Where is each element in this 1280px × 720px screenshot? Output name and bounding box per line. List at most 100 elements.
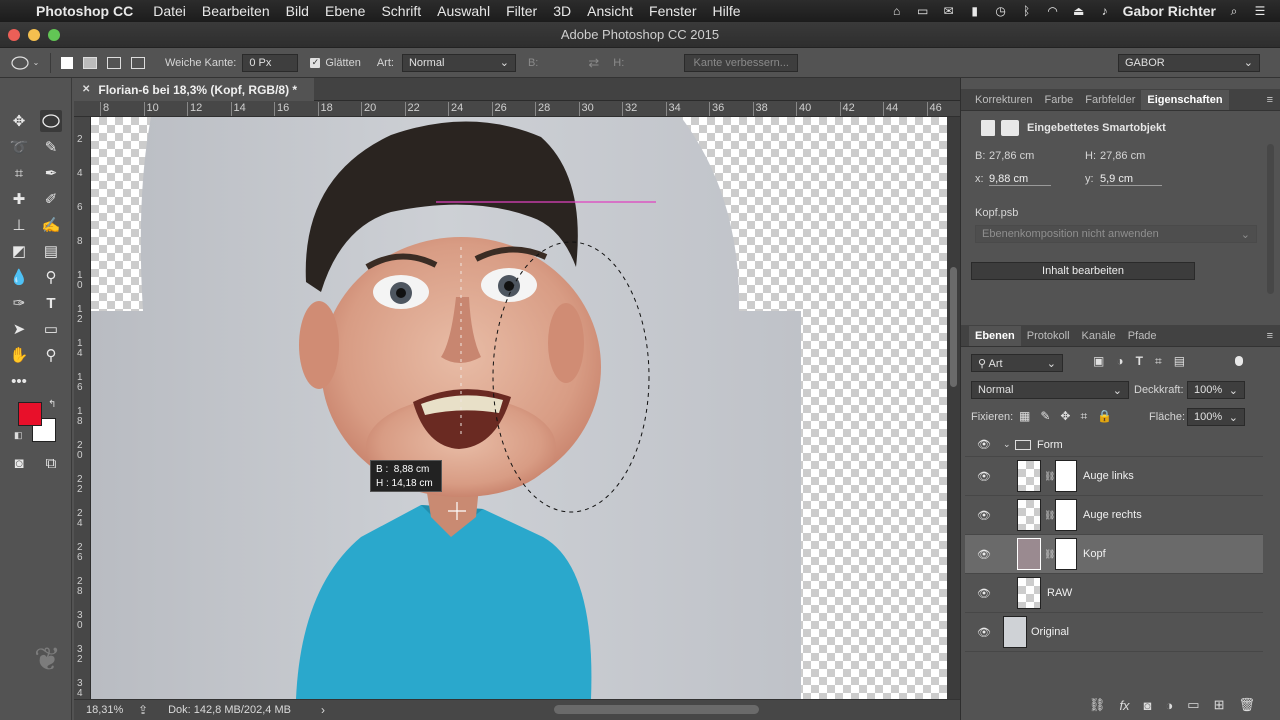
rectangle-tool-icon[interactable]: ▭ [40, 318, 62, 340]
tool-preset-picker[interactable]: ⌄ [0, 55, 50, 70]
tab-farbfelder[interactable]: Farbfelder [1079, 90, 1141, 110]
home-icon[interactable]: ⌂ [889, 4, 905, 18]
dodge-tool-icon[interactable]: ⚲ [40, 266, 62, 288]
vertical-scroll-thumb[interactable] [950, 267, 957, 387]
layer-name[interactable]: RAW [1047, 587, 1072, 599]
add-mask-icon[interactable]: ◙ [1144, 698, 1152, 713]
edit-contents-button[interactable]: Inhalt bearbeiten [971, 262, 1195, 280]
height-prop-value[interactable]: 27,86 cm [1100, 150, 1145, 162]
notifications-icon[interactable]: ☰ [1252, 4, 1268, 18]
tab-pfade[interactable]: Pfade [1122, 326, 1163, 346]
tab-kanaele[interactable]: Kanäle [1076, 326, 1122, 346]
menu-3d[interactable]: 3D [553, 3, 571, 19]
layer-row-form[interactable]: 👁 ⌄ Form [965, 433, 1263, 457]
clone-stamp-tool-icon[interactable]: ⊥ [8, 214, 30, 236]
menu-bearbeiten[interactable]: Bearbeiten [202, 3, 270, 19]
layer-name[interactable]: Form [1037, 439, 1063, 451]
visibility-eye-icon[interactable]: 👁 [977, 509, 991, 522]
new-adjustment-icon[interactable]: ◑ [1165, 698, 1173, 713]
chevron-down-icon[interactable]: ⌄ [1003, 439, 1011, 450]
layer-name[interactable]: Kopf [1083, 548, 1106, 560]
menu-datei[interactable]: Datei [153, 3, 186, 19]
swap-dimensions-icon[interactable]: ⇄ [588, 55, 599, 71]
layer-mask-thumbnail[interactable] [1055, 460, 1077, 492]
canvas-area[interactable]: B : 8,88 cm H : 14,18 cm [91, 117, 960, 699]
zoom-level[interactable]: 18,31% [86, 704, 138, 716]
blend-mode-select[interactable]: Normal ⌄ [971, 381, 1129, 399]
battery-icon[interactable]: ▮ [967, 4, 983, 18]
layer-style-icon[interactable]: fx [1119, 698, 1129, 713]
quick-mask-icon[interactable]: ◙ [8, 452, 30, 474]
visibility-eye-icon[interactable]: 👁 [977, 587, 991, 600]
layer-comp-select[interactable]: Ebenenkomposition nicht anwenden ⌄ [975, 225, 1257, 243]
new-group-icon[interactable]: ▭ [1187, 697, 1199, 713]
tab-korrekturen[interactable]: Korrekturen [969, 90, 1038, 110]
filter-smart-object-icon[interactable]: ▤ [1174, 354, 1185, 369]
mail-icon[interactable]: ✉ [941, 4, 957, 18]
layer-name[interactable]: Auge links [1083, 470, 1134, 482]
share-icon[interactable]: ⇪ [138, 703, 148, 717]
visibility-eye-icon[interactable]: 👁 [977, 626, 991, 639]
style-select[interactable]: Normal ⌄ [401, 53, 516, 72]
menu-bild[interactable]: Bild [286, 3, 309, 19]
feather-input[interactable]: 0 Px [242, 53, 299, 72]
bluetooth-icon[interactable]: ᛒ [1019, 4, 1035, 18]
link-layers-icon[interactable]: ⛓ [1089, 697, 1106, 713]
layer-name[interactable]: Original [1031, 626, 1069, 638]
menu-fenster[interactable]: Fenster [649, 3, 696, 19]
new-layer-icon[interactable]: ⊞ [1214, 697, 1225, 713]
link-icon[interactable]: ⛓ [1044, 549, 1055, 560]
default-colors-icon[interactable]: ◧ [14, 430, 23, 441]
add-selection-icon[interactable] [83, 56, 97, 69]
hand-tool-icon[interactable]: ✋ [8, 344, 30, 366]
filter-type-icon[interactable]: T [1136, 354, 1143, 369]
visibility-eye-icon[interactable]: 👁 [977, 438, 991, 451]
menu-ebene[interactable]: Ebene [325, 3, 365, 19]
foreground-color-swatch[interactable] [18, 402, 42, 426]
lock-artboard-icon[interactable]: ⌗ [1080, 409, 1087, 424]
layer-mask-thumbnail[interactable] [1055, 499, 1077, 531]
menu-hilfe[interactable]: Hilfe [713, 3, 741, 19]
lock-pixels-icon[interactable]: ✎ [1040, 409, 1050, 424]
filter-toggle[interactable] [1235, 356, 1243, 366]
layer-mask-thumbnail[interactable] [1055, 538, 1077, 570]
layer-row-raw[interactable]: 👁 RAW [965, 574, 1263, 613]
delete-layer-icon[interactable]: 🗑 [1238, 697, 1255, 713]
wifi-icon[interactable]: ◠ [1045, 4, 1061, 18]
chevron-right-icon[interactable]: › [321, 703, 325, 717]
subtract-selection-icon[interactable] [107, 56, 121, 69]
lasso-tool-icon[interactable]: ➰ [8, 136, 30, 158]
search-icon[interactable]: ⌕ [1226, 4, 1242, 18]
type-tool-icon[interactable]: T [40, 292, 62, 314]
menu-app-name[interactable]: Photoshop CC [36, 3, 133, 19]
tab-farbe[interactable]: Farbe [1038, 90, 1079, 110]
menu-filter[interactable]: Filter [506, 3, 537, 19]
close-tab-icon[interactable]: ✕ [82, 84, 90, 95]
link-icon[interactable]: ⛓ [1044, 510, 1055, 521]
lock-all-icon[interactable]: 🔒 [1097, 409, 1112, 424]
mask-icon[interactable] [1001, 120, 1019, 136]
filter-adjustment-icon[interactable]: ◑ [1116, 354, 1123, 369]
document-info[interactable]: Dok: 142,8 MB/202,4 MB [168, 704, 291, 716]
lock-transparency-icon[interactable]: ▦ [1019, 409, 1030, 424]
time-machine-icon[interactable]: ◷ [993, 4, 1009, 18]
healing-brush-tool-icon[interactable]: ✚ [8, 188, 30, 210]
crop-tool-icon[interactable]: ⌗ [8, 162, 30, 184]
tray-icon[interactable]: ▭ [915, 4, 931, 18]
layer-filter-select[interactable]: ⚲ Art ⌄ [971, 354, 1063, 372]
opacity-input[interactable]: 100% ⌄ [1187, 381, 1245, 399]
layer-row-original[interactable]: 👁 Original [965, 613, 1263, 652]
menu-schrift[interactable]: Schrift [381, 3, 421, 19]
layer-row-kopf[interactable]: 👁 ⛓ Kopf [965, 535, 1263, 574]
panel-menu-icon[interactable]: ≡ [1267, 90, 1273, 110]
blur-tool-icon[interactable]: 💧 [8, 266, 30, 288]
volume-icon[interactable]: ♪ [1097, 4, 1113, 18]
x-prop-input[interactable]: 9,88 cm [989, 173, 1051, 186]
vertical-scrollbar[interactable] [947, 117, 960, 699]
y-prop-input[interactable]: 5,9 cm [1100, 173, 1162, 186]
horizontal-scroll-thumb[interactable] [554, 705, 759, 714]
eraser-tool-icon[interactable]: ◩ [8, 240, 30, 262]
user-name[interactable]: Gabor Richter [1123, 3, 1216, 19]
screen-mode-icon[interactable]: ⧉ [40, 452, 62, 474]
tab-eigenschaften[interactable]: Eigenschaften [1141, 90, 1229, 110]
